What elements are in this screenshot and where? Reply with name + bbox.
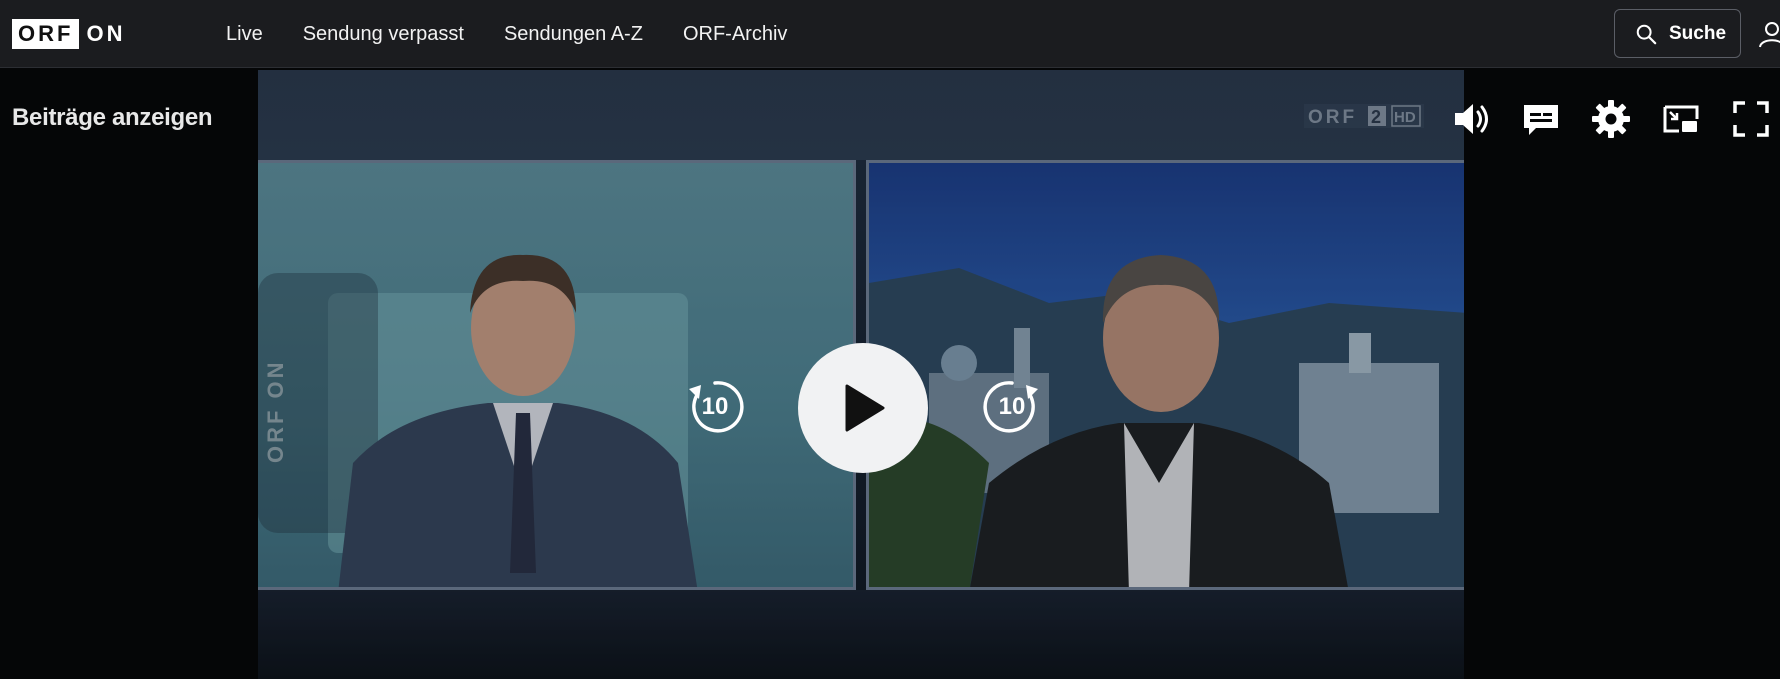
nav-live[interactable]: Live bbox=[226, 23, 263, 46]
nav-orf-archiv[interactable]: ORF-Archiv bbox=[683, 23, 787, 46]
user-icon[interactable] bbox=[1757, 19, 1780, 49]
forward-seconds: 10 bbox=[998, 393, 1026, 420]
rewind-seconds: 10 bbox=[701, 393, 729, 420]
nav-sendung-verpasst[interactable]: Sendung verpasst bbox=[303, 23, 464, 46]
subtitles-icon[interactable] bbox=[1521, 99, 1561, 139]
search-icon bbox=[1636, 24, 1657, 44]
play-icon bbox=[845, 384, 885, 432]
fullscreen-icon[interactable] bbox=[1731, 99, 1771, 139]
logo-on: ON bbox=[86, 21, 126, 46]
main-nav: Live Sendung verpasst Sendungen A-Z ORF-… bbox=[226, 0, 787, 68]
forward-10-button[interactable]: 10 bbox=[980, 375, 1044, 439]
search-button[interactable]: Suche bbox=[1614, 9, 1741, 58]
search-label: Suche bbox=[1669, 22, 1727, 44]
settings-icon[interactable] bbox=[1591, 99, 1631, 139]
rewind-10-button[interactable]: 10 bbox=[683, 375, 747, 439]
volume-icon[interactable] bbox=[1451, 99, 1491, 139]
video-player[interactable]: ORF 2 HD ORF ON 10 10 bbox=[258, 70, 1464, 679]
show-items-link[interactable]: Beiträge anzeigen bbox=[12, 104, 213, 132]
play-button[interactable] bbox=[798, 343, 928, 473]
orf-on-logo[interactable]: ORF ON bbox=[12, 19, 125, 49]
top-navigation-bar: ORF ON Live Sendung verpasst Sendungen A… bbox=[0, 0, 1780, 68]
picture-in-picture-icon[interactable] bbox=[1661, 99, 1701, 139]
nav-sendungen-a-z[interactable]: Sendungen A-Z bbox=[504, 23, 643, 46]
logo-orf: ORF bbox=[12, 19, 80, 49]
